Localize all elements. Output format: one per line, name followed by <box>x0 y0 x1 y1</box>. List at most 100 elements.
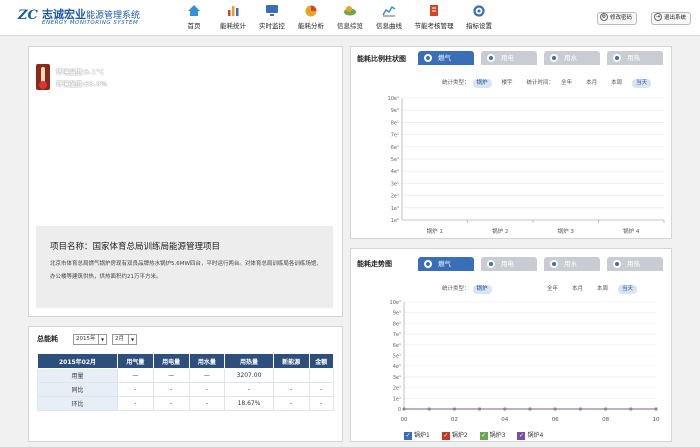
nav-item-7[interactable]: 节能考核管理 <box>406 4 462 34</box>
y-tick-label: 6e¹ <box>393 343 401 349</box>
y-tick-label: 9e¹ <box>391 108 399 114</box>
data-point <box>452 407 456 411</box>
table-cell: 用量 <box>37 368 118 383</box>
y-tick-label: 4e¹ <box>393 364 401 370</box>
tab-label: 用水 <box>564 260 577 268</box>
legend-item[interactable]: ✓ 锅炉3 <box>479 431 505 440</box>
legend-item[interactable]: ✓ 锅炉2 <box>441 431 468 440</box>
data-point <box>478 407 482 411</box>
nav-label: 能耗分析 <box>298 22 324 30</box>
logout-button[interactable]: ⇥ 退出系统 <box>651 12 692 25</box>
nav-item-8[interactable]: 指标设置 <box>457 4 501 34</box>
table-cell: - <box>308 396 335 411</box>
column-header: 用热量 <box>224 353 274 369</box>
filter-day[interactable]: 当天 <box>632 79 652 88</box>
filter-month[interactable]: 本月 <box>568 285 587 294</box>
y-tick-label: 5e¹ <box>391 157 399 163</box>
legend-item[interactable]: ✓ 锅炉4 <box>517 431 543 440</box>
y-tick-label: 9e¹ <box>393 311 401 317</box>
tab-gas[interactable]: 燃气 <box>418 51 474 65</box>
nav-item-5[interactable]: 信息综览 <box>328 4 372 34</box>
tab-heat[interactable]: 用热 <box>607 257 663 271</box>
filter-week[interactable]: 本周 <box>593 285 612 294</box>
filter-year[interactable]: 全年 <box>557 79 576 88</box>
cloud-icon <box>344 6 356 16</box>
filter-boiler[interactable]: 锅炉 <box>472 79 492 88</box>
checkbox-icon: ✓ <box>404 431 412 440</box>
tab-heat[interactable]: 用热 <box>607 51 663 65</box>
tab-label: 燃气 <box>438 260 451 268</box>
table-cell: - <box>188 382 226 397</box>
radio-icon <box>613 260 621 268</box>
y-tick-label: 10e¹ <box>388 96 399 102</box>
tab-label: 用水 <box>564 54 577 62</box>
nav-item-1[interactable]: 首页 <box>172 4 216 34</box>
filter-day[interactable]: 当天 <box>618 285 638 294</box>
project-name: 项目名称：国家体育总局训练局能源管理项目 <box>50 242 221 252</box>
table-cell: 环比 <box>37 396 118 411</box>
table-cell: 18.67% <box>224 396 274 411</box>
home-icon <box>188 5 200 16</box>
filter-year[interactable]: 全年 <box>543 285 562 294</box>
table-cell: - <box>117 382 154 397</box>
x-tick-label: 00 <box>401 417 408 423</box>
month-select[interactable]: 2月 ▼ <box>112 334 137 345</box>
monitor-icon <box>266 5 278 16</box>
y-tick-label: 3e¹ <box>393 375 401 381</box>
tab-label: 用电 <box>501 260 514 268</box>
total-energy-label: 总能耗 <box>37 335 58 343</box>
nav-label: 节能考核管理 <box>414 22 454 30</box>
filter-building[interactable]: 楼宇 <box>498 79 517 88</box>
legend-label: 锅炉2 <box>451 432 468 439</box>
x-tick-label: 锅炉 4 <box>623 227 640 235</box>
line-chart-legend: ✓ 锅炉1 ✓ 锅炉2 ✓ 锅炉3 ✓ 锅炉4 <box>404 430 555 440</box>
tab-label: 用热 <box>627 54 640 62</box>
nav-label: 信息曲线 <box>376 22 402 30</box>
column-header: 用气量 <box>117 353 154 369</box>
x-tick-label: 04 <box>501 417 508 423</box>
column-header: 金额 <box>308 353 335 369</box>
logo[interactable]: ZC 志诚宏业能源管理系统 ENERGY MONITORING SYSTEM <box>18 6 178 32</box>
tab-gas[interactable]: 燃气 <box>418 257 474 271</box>
line-chart: 0 1e¹ 2e¹ 3e¹ 4e¹ 5e¹ 6e¹ 7e¹ 8e¹ 9e¹ 10e¹ 00 02 04 06… <box>390 300 660 423</box>
environment-info: 环境温度:5.1℃ 环境湿度:63.0% <box>36 64 116 90</box>
checkbox-icon: ✓ <box>441 431 450 440</box>
chevron-down-icon: ▼ <box>98 335 106 344</box>
filter-month[interactable]: 本月 <box>582 79 601 88</box>
radio-icon <box>613 54 621 62</box>
table-cell: - <box>152 382 190 397</box>
y-tick-label: 8e¹ <box>393 321 401 327</box>
x-tick-label: 02 <box>451 417 458 423</box>
gear-icon: ⚙ <box>600 13 608 21</box>
filter-week[interactable]: 本周 <box>607 79 626 88</box>
y-tick-label: 8e¹ <box>391 120 399 126</box>
year-select[interactable]: 2015年 ▼ <box>73 334 107 345</box>
tab-electricity[interactable]: 用电 <box>481 257 537 271</box>
radio-icon <box>550 260 558 268</box>
data-point <box>503 407 507 411</box>
energy-table: 2015年02月 用气量 用电量 用水量 用热量 新能源 金额 用量 — — —3207.00 同比 -… <box>37 353 335 411</box>
tab-electricity[interactable]: 用电 <box>481 51 537 65</box>
nav-item-6[interactable]: 信息曲线 <box>367 4 411 34</box>
change-password-button[interactable]: ⚙ 修改密码 <box>597 12 638 25</box>
y-tick-label: 1e⁰ <box>391 218 399 224</box>
filter-boiler[interactable]: 锅炉 <box>472 285 492 294</box>
x-tick-label: 06 <box>552 417 559 423</box>
y-tick-label: 3e¹ <box>391 181 399 187</box>
legend-item[interactable]: ✓ 锅炉1 <box>404 431 430 440</box>
data-point <box>578 407 582 411</box>
nav-item-2[interactable]: 能耗统计 <box>211 4 255 34</box>
table-cell: — <box>152 368 190 383</box>
table-cell: - <box>272 396 310 411</box>
tab-water[interactable]: 用水 <box>544 51 600 65</box>
data-point <box>629 407 633 411</box>
y-tick-label: 5e¹ <box>393 354 401 360</box>
line-chart-title: 能耗走势图 <box>357 260 392 268</box>
table-row: 用量 — — —3207.00 <box>37 368 335 383</box>
tab-water[interactable]: 用水 <box>544 257 600 271</box>
table-cell: 3207.00 <box>224 368 274 383</box>
bar-chart-icon <box>228 6 239 16</box>
x-tick-label: 锅炉 3 <box>558 227 575 235</box>
nav-item-4[interactable]: 能耗分析 <box>289 4 333 34</box>
nav-item-3[interactable]: 实时监控 <box>250 4 294 34</box>
